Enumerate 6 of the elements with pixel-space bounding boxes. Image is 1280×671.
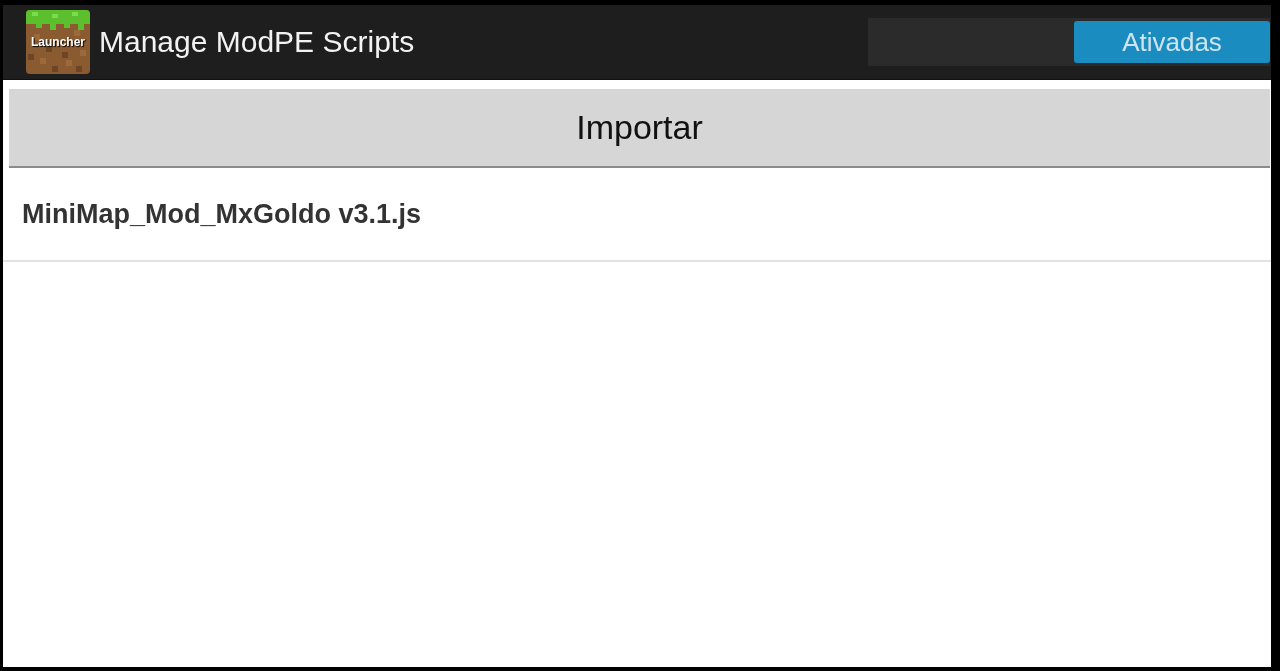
- script-name[interactable]: MiniMap_Mod_MxGoldo v3.1.js: [22, 198, 422, 230]
- grass-block-icon: [26, 10, 90, 74]
- screen-title: Manage ModPE Scripts: [99, 25, 415, 59]
- import-button[interactable]: Importar: [9, 89, 1270, 168]
- logo-text: Launcher: [30, 35, 86, 49]
- toggle-thumb: Ativadas: [1074, 21, 1270, 63]
